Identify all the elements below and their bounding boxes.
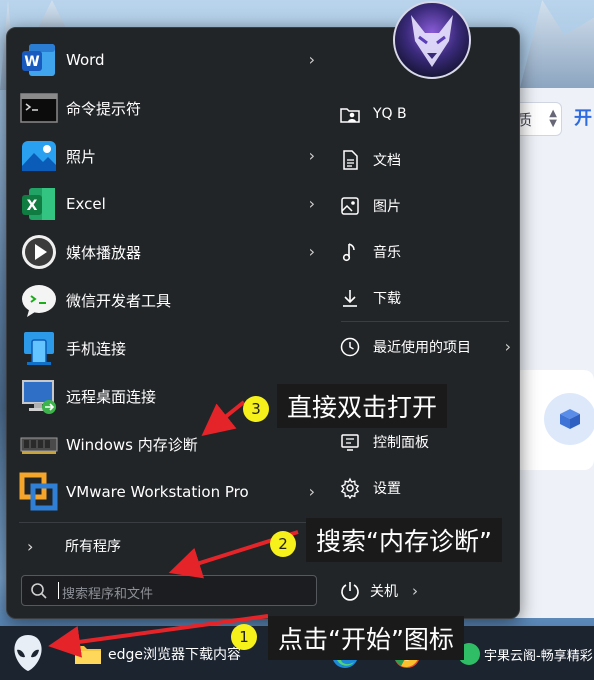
step-badge-2: 2: [270, 531, 296, 557]
annotation-step-3: 直接双击打开: [277, 384, 448, 428]
step-badge-1: 1: [231, 624, 257, 650]
annotation-step-1: 点击“开始”图标: [268, 616, 464, 660]
step-badge-3: 3: [243, 396, 269, 422]
annotation-arrows: [48, 400, 299, 658]
annotation-step-2: 搜索“内存诊断”: [306, 518, 502, 562]
arrow-3: [201, 400, 246, 436]
